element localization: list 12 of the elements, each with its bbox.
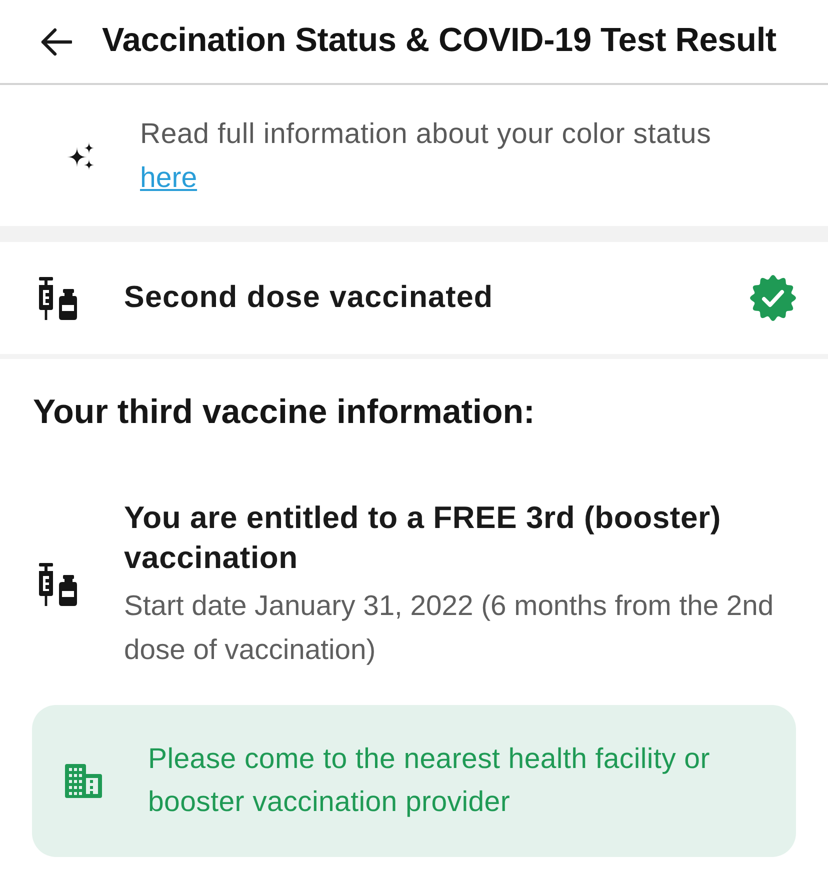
notice-text: Please come to the nearest health facility or booster vaccination provider bbox=[148, 742, 711, 820]
page-title: Vaccination Status & COVID-19 Test Result bbox=[102, 21, 776, 62]
booster-start-date: Start date January 31, 2022 (6 months from the 2nd dose of vaccination) bbox=[124, 588, 775, 667]
vaccination-status-text: Second dose vaccinated bbox=[124, 279, 494, 316]
here-link[interactable]: here bbox=[140, 156, 198, 200]
booster-title: You are entitled to a FREE 3rd (booster) vaccination bbox=[124, 499, 722, 577]
syringe-and-vial-icon bbox=[36, 563, 77, 606]
info-text: Read full information about your color status bbox=[140, 116, 712, 152]
syringe-and-vial-icon bbox=[36, 276, 77, 320]
building-icon bbox=[64, 763, 103, 799]
back-arrow-icon bbox=[40, 28, 72, 56]
section-heading: Your third vaccine information: bbox=[33, 392, 536, 433]
